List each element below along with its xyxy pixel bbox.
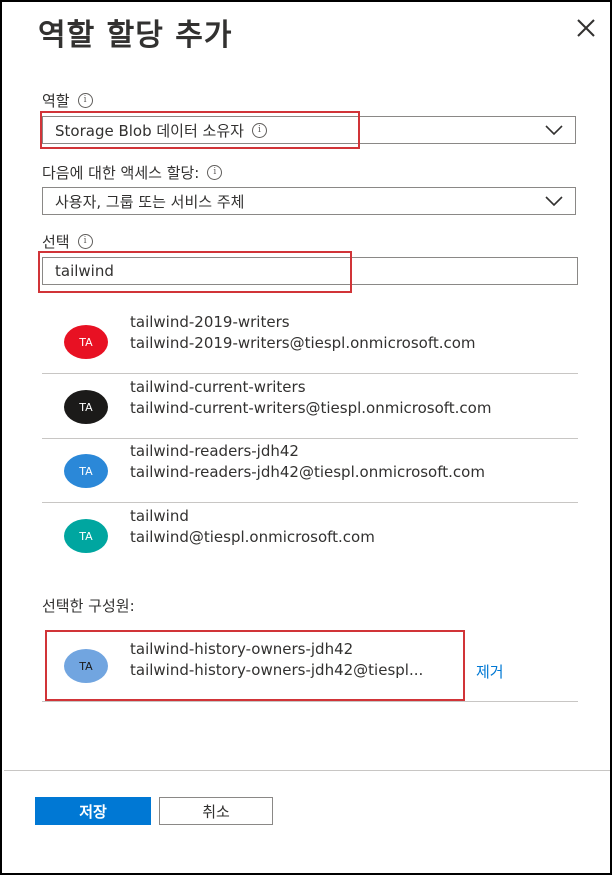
role-label: 역할 xyxy=(42,92,70,110)
selected-members-label: 선택한 구성원: xyxy=(42,597,135,615)
result-name: tailwind-2019-writers xyxy=(130,313,290,331)
remove-member-link[interactable]: 제거 xyxy=(476,661,504,682)
role-dropdown[interactable]: Storage Blob 데이터 소유자 i xyxy=(42,116,576,144)
member-email: tailwind-history-owners-jdh42@tiespl... xyxy=(130,661,424,679)
chevron-down-icon xyxy=(545,125,563,136)
avatar: TA xyxy=(64,519,108,553)
result-name: tailwind xyxy=(130,507,189,525)
avatar: TA xyxy=(64,325,108,359)
role-dropdown-value: Storage Blob 데이터 소유자 xyxy=(55,121,244,140)
chevron-down-icon xyxy=(545,196,563,207)
result-email: tailwind@tiespl.onmicrosoft.com xyxy=(130,528,375,546)
cancel-button[interactable]: 취소 xyxy=(159,797,273,825)
assign-access-label: 다음에 대한 액세스 할당: xyxy=(42,164,200,182)
assign-access-dropdown[interactable]: 사용자, 그룹 또는 서비스 주체 xyxy=(42,187,576,215)
select-search-input[interactable] xyxy=(42,257,578,285)
result-name: tailwind-current-writers xyxy=(130,378,306,396)
select-label-row: 선택 i xyxy=(42,231,93,252)
avatar: TA xyxy=(64,454,108,488)
select-label: 선택 xyxy=(42,233,70,251)
assign-access-dropdown-value: 사용자, 그룹 또는 서비스 주체 xyxy=(55,192,245,211)
selected-member-item: TA tailwind-history-owners-jdh42 tailwin… xyxy=(42,630,578,702)
save-button[interactable]: 저장 xyxy=(35,797,151,825)
info-icon[interactable]: i xyxy=(77,93,93,108)
search-result-item[interactable]: TA tailwind-current-writers tailwind-cur… xyxy=(42,375,578,439)
panel-title: 역할 할당 추가 xyxy=(38,18,233,53)
info-icon[interactable]: i xyxy=(207,165,223,180)
result-email: tailwind-current-writers@tiespl.onmicros… xyxy=(130,399,492,417)
info-icon[interactable]: i xyxy=(251,122,267,138)
avatar: TA xyxy=(64,649,108,683)
search-result-item[interactable]: TA tailwind-2019-writers tailwind-2019-w… xyxy=(42,310,578,374)
assign-access-label-row: 다음에 대한 액세스 할당: i xyxy=(42,162,223,183)
member-name: tailwind-history-owners-jdh42 xyxy=(130,640,354,658)
close-icon[interactable] xyxy=(574,16,598,40)
result-name: tailwind-readers-jdh42 xyxy=(130,442,299,460)
avatar: TA xyxy=(64,390,108,424)
info-icon[interactable]: i xyxy=(77,234,93,249)
role-assignment-panel: 역할 할당 추가 역할 i Storage Blob 데이터 소유자 i 다음에… xyxy=(0,0,612,875)
search-result-item[interactable]: TA tailwind tailwind@tiespl.onmicrosoft.… xyxy=(42,504,578,568)
search-result-item[interactable]: TA tailwind-readers-jdh42 tailwind-reade… xyxy=(42,439,578,503)
result-email: tailwind-2019-writers@tiespl.onmicrosoft… xyxy=(130,334,476,352)
role-label-row: 역할 i xyxy=(42,90,93,111)
result-email: tailwind-readers-jdh42@tiespl.onmicrosof… xyxy=(130,463,485,481)
footer-divider xyxy=(4,770,610,771)
